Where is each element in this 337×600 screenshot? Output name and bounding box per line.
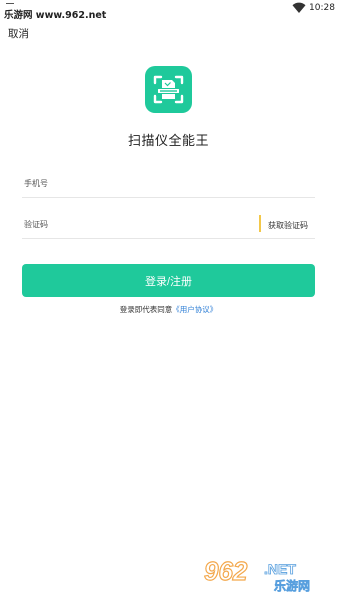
phone-input[interactable]	[24, 174, 244, 192]
login-register-button[interactable]: 登录/注册	[22, 264, 315, 297]
watermark-graphic: 962 .NET 乐游网	[203, 555, 310, 593]
wifi-icon	[292, 2, 306, 13]
app-logo	[145, 66, 192, 113]
code-divider	[259, 215, 261, 232]
verification-code-input[interactable]	[24, 215, 244, 233]
cancel-button[interactable]: 取消	[8, 26, 29, 41]
user-agreement-link[interactable]: 《用户协议》	[172, 305, 217, 314]
agreement-text: 登录即代表同意《用户协议》	[0, 304, 337, 315]
status-time: 10:28	[309, 3, 335, 13]
watermark-text: 乐游网 www.962.net	[4, 10, 107, 21]
agreement-prefix: 登录即代表同意	[119, 305, 173, 314]
scanner-document-icon	[153, 75, 184, 104]
watermark-logo: 962 .NET 乐游网	[200, 553, 332, 593]
app-title: 扫描仪全能王	[127, 134, 209, 149]
phone-field	[22, 170, 315, 198]
get-code-button[interactable]: 获取验证码	[268, 220, 308, 231]
code-field: 获取验证码	[22, 211, 315, 239]
status-bar: 乐游网 www.962.net 10:28	[0, 0, 337, 21]
watermark-subtitle: 乐游网	[274, 578, 310, 593]
watermark-brand: 962	[204, 556, 248, 586]
watermark-suffix: .NET	[264, 561, 296, 577]
status-dash	[6, 3, 14, 4]
